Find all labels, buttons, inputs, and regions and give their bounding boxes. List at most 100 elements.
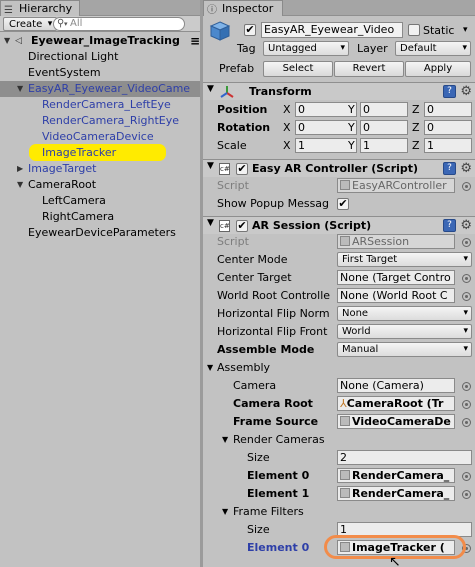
axis-y-label[interactable]: Y [348, 137, 355, 155]
collapse-arrow-icon[interactable]: ▶ [17, 161, 23, 177]
tab-inspector-label: Inspector [222, 2, 274, 15]
search-input[interactable]: ⚲ ▾ All [53, 17, 185, 31]
hierarchy-item-rendercamera-righteye[interactable]: RenderCamera_RightEye [42, 113, 179, 129]
axis-x-label[interactable]: X [283, 119, 291, 137]
easyar-controller-header[interactable]: ▼ c# ✔ Easy AR Controller (Script) ? ⚙ [203, 159, 475, 177]
help-icon[interactable]: ? [443, 162, 456, 175]
fold-arrow-icon[interactable]: ▼ [207, 161, 214, 171]
rotation-y-field[interactable]: 0 [360, 120, 408, 135]
prefab-label: Prefab [219, 62, 255, 75]
component-enabled-checkbox[interactable]: ✔ [236, 163, 248, 175]
object-picker-icon[interactable] [462, 400, 471, 409]
active-checkbox[interactable]: ✔ [244, 24, 256, 36]
help-icon[interactable]: ? [443, 219, 456, 232]
hierarchy-toolbar: Create ⚲ ▾ All [0, 16, 200, 32]
expand-arrow-icon[interactable]: ▼ [4, 33, 10, 49]
prefab-select-button[interactable]: Select [263, 61, 333, 77]
static-dropdown-icon[interactable]: ▾ [463, 22, 468, 39]
hierarchy-item-label: EasyAR_Eyewear_VideoCame [28, 82, 191, 95]
object-picker-icon[interactable] [462, 490, 471, 499]
tag-dropdown[interactable]: Untagged [263, 41, 349, 56]
frame-source-field[interactable]: VideoCameraDe [337, 414, 455, 429]
expand-arrow-icon[interactable]: ▼ [17, 177, 23, 193]
camera-field[interactable]: None (Camera) [337, 378, 455, 393]
fold-arrow-icon[interactable]: ▼ [222, 431, 228, 449]
hierarchy-item-eventsystem[interactable]: EventSystem [28, 65, 101, 81]
rc-element1-field[interactable]: RenderCamera_ [337, 486, 455, 501]
object-picker-icon[interactable] [462, 292, 471, 301]
rc-element0-field[interactable]: RenderCamera_ [337, 468, 455, 483]
gear-icon[interactable]: ⚙ [460, 84, 472, 99]
fold-arrow-icon[interactable]: ▼ [207, 359, 213, 377]
prefab-revert-button[interactable]: Revert [334, 61, 404, 77]
frame-source-row: Frame Source VideoCameraDe [203, 413, 475, 431]
center-mode-dropdown[interactable]: First Target [337, 252, 472, 267]
object-picker-icon[interactable] [462, 238, 471, 247]
axis-x-label[interactable]: X [283, 137, 291, 155]
axis-y-label[interactable]: Y [348, 119, 355, 137]
assembly-foldout[interactable]: ▼ Assembly [203, 359, 475, 377]
rc-element0-label: Element 0 [247, 469, 310, 482]
controller-script-value: EasyARController [352, 179, 447, 192]
layer-dropdown[interactable]: Default [395, 41, 471, 56]
object-picker-icon[interactable] [462, 418, 471, 427]
fold-arrow-icon[interactable]: ▼ [222, 503, 228, 521]
object-picker-icon[interactable] [462, 182, 471, 191]
static-checkbox[interactable] [408, 24, 420, 36]
hierarchy-item-easyar-eyewear[interactable]: ▼ EasyAR_Eyewear_VideoCame [0, 81, 200, 97]
hierarchy-item-videocameradevice[interactable]: VideoCameraDevice [42, 129, 154, 145]
object-name-field[interactable]: EasyAR_Eyewear_Video [261, 22, 403, 38]
hierarchy-item-imagetarget[interactable]: ▶ ImageTarget [0, 161, 200, 177]
hflip-normal-dropdown[interactable]: None [337, 306, 472, 321]
rc-size-field[interactable]: 2 [337, 450, 472, 465]
popup-label: Show Popup Messag [217, 197, 330, 210]
rc-size-row: Size 2 [203, 449, 475, 467]
fold-arrow-icon[interactable]: ▼ [207, 218, 214, 228]
hierarchy-item-directional-light[interactable]: Directional Light [28, 49, 118, 65]
render-cameras-foldout[interactable]: ▼ Render Cameras [203, 431, 475, 449]
hflip-front-dropdown[interactable]: World [337, 324, 472, 339]
fold-arrow-icon[interactable]: ▼ [207, 84, 214, 94]
scale-y-field[interactable]: 1 [360, 138, 408, 153]
object-picker-icon[interactable] [462, 382, 471, 391]
scene-row[interactable]: ▼ ◁ Eyewear_ImageTracking ≡ [0, 33, 200, 49]
axis-z-label[interactable]: Z [412, 119, 420, 137]
axis-x-label[interactable]: X [283, 101, 291, 119]
hierarchy-item-leftcamera[interactable]: LeftCamera [42, 193, 106, 209]
hierarchy-item-rendercamera-lefteye[interactable]: RenderCamera_LeftEye [42, 97, 171, 113]
popup-checkbox[interactable]: ✔ [337, 198, 349, 210]
object-picker-icon[interactable] [462, 472, 471, 481]
tab-hierarchy[interactable]: ☰ Hierarchy [0, 0, 80, 16]
axis-y-label[interactable]: Y [348, 101, 355, 119]
rotation-z-field[interactable]: 0 [424, 120, 472, 135]
position-z-field[interactable]: 0 [424, 102, 472, 117]
world-root-field[interactable]: None (World Root C [337, 288, 455, 303]
component-enabled-checkbox[interactable]: ✔ [236, 220, 248, 232]
gear-icon[interactable]: ⚙ [460, 218, 472, 233]
hierarchy-item-cameraroot[interactable]: ▼ CameraRoot [0, 177, 200, 193]
axis-z-label[interactable]: Z [412, 137, 420, 155]
object-picker-icon[interactable] [462, 274, 471, 283]
create-button[interactable]: Create [3, 17, 58, 31]
hierarchy-item-label: ImageTarget [28, 162, 97, 175]
gear-icon[interactable]: ⚙ [460, 161, 472, 176]
position-y-field[interactable]: 0 [360, 102, 408, 117]
expand-arrow-icon[interactable]: ▼ [17, 81, 23, 97]
axis-z-label[interactable]: Z [412, 101, 420, 119]
ar-session-header[interactable]: ▼ c# ✔ AR Session (Script) ? ⚙ [203, 216, 475, 234]
hierarchy-item-eyeweardeviceparameters[interactable]: EyewearDeviceParameters [28, 225, 176, 241]
camera-root-field[interactable]: ⅄CameraRoot (Tr [337, 396, 455, 411]
scale-z-field[interactable]: 1 [424, 138, 472, 153]
center-target-field[interactable]: None (Target Contro [337, 270, 455, 285]
help-icon[interactable]: ? [443, 85, 456, 98]
assemble-mode-dropdown[interactable]: Manual [337, 342, 472, 357]
tab-inspector[interactable]: ⓘ Inspector [203, 0, 283, 16]
prefab-apply-button[interactable]: Apply [405, 61, 471, 77]
script-label: Script [217, 235, 249, 248]
scene-menu-icon[interactable]: ≡ [190, 33, 200, 49]
hierarchy-item-rightcamera[interactable]: RightCamera [42, 209, 114, 225]
center-target-label: Center Target [217, 271, 292, 284]
hierarchy-item-imagetracker[interactable]: ImageTracker [42, 145, 116, 161]
frame-filters-foldout[interactable]: ▼ Frame Filters [203, 503, 475, 521]
transform-header[interactable]: ▼ Transform ? ⚙ [203, 82, 475, 100]
